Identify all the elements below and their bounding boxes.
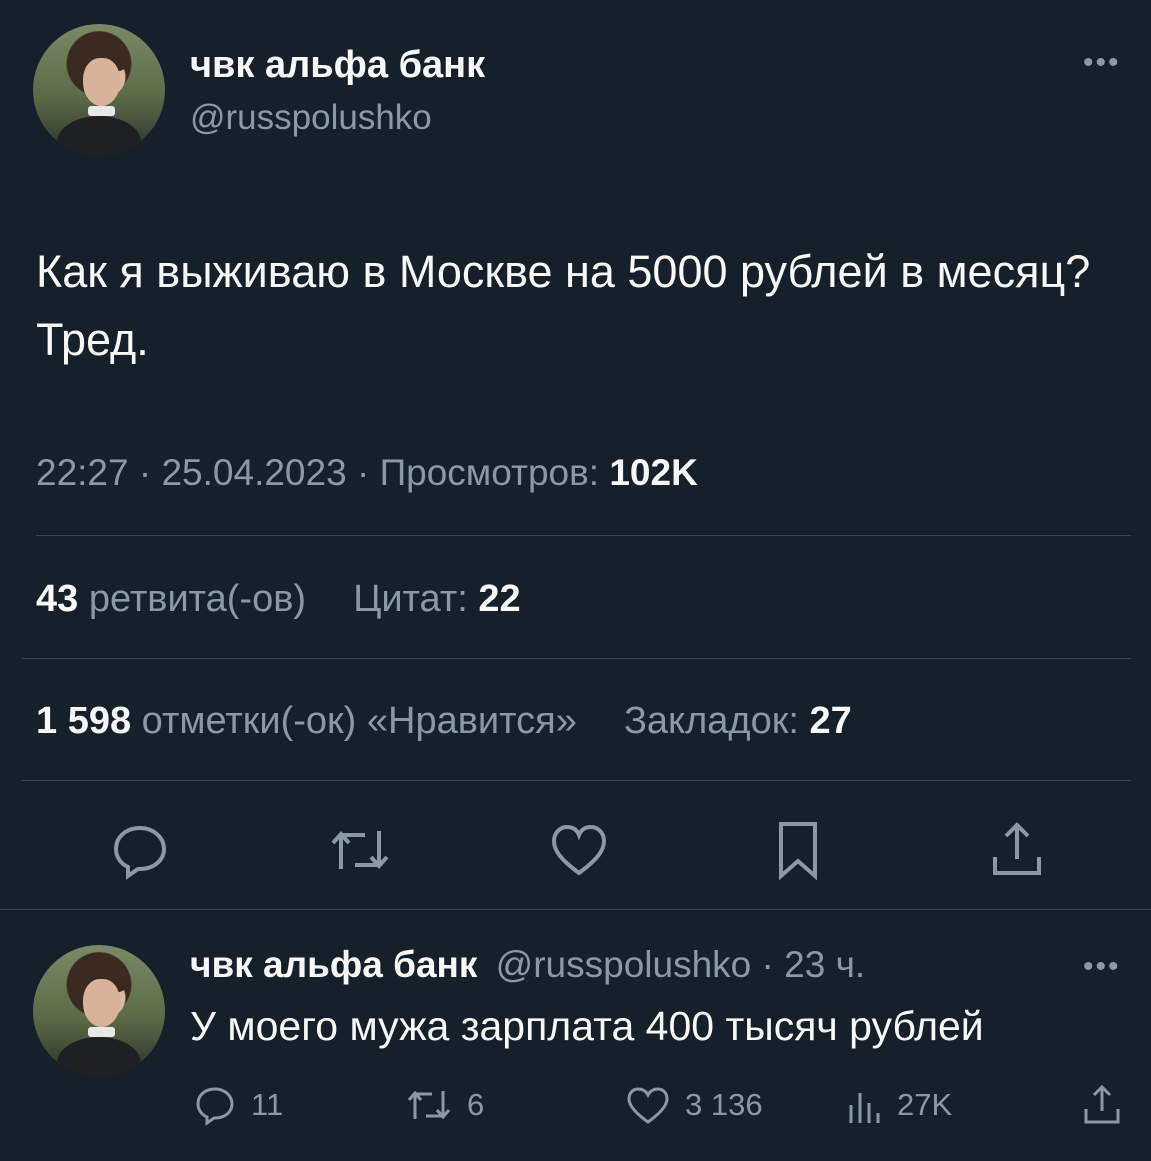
reply-button[interactable] xyxy=(105,815,175,885)
bookmarks-link[interactable]: Закладок: 27 xyxy=(624,700,852,742)
like-button[interactable] xyxy=(544,815,614,885)
share-icon xyxy=(993,822,1041,875)
retweets-label: ретвита(-ов) xyxy=(88,578,307,620)
reply-views-button[interactable]: 27K xyxy=(843,1080,952,1130)
retweets-count: 43 xyxy=(36,578,79,620)
retweet-stats-row: 43 ретвита(-ов) Цитат: 22 xyxy=(36,578,521,621)
reply-views-count: 27K xyxy=(897,1087,953,1122)
likes-link[interactable]: 1 598 отметки(-ок) «Нравится» xyxy=(36,700,587,742)
meta-separator: · xyxy=(356,452,380,493)
meta-separator: · xyxy=(138,452,162,493)
likes-count: 1 598 xyxy=(36,700,132,742)
reply-icon xyxy=(113,825,167,880)
reply-time[interactable]: 23 ч. xyxy=(784,944,865,985)
bookmarks-label: Закладок: xyxy=(623,700,799,742)
likes-label: отметки(-ок) «Нравится» xyxy=(141,700,577,742)
reply-author-name[interactable]: чвк альфа банк xyxy=(190,944,477,985)
reply-icon xyxy=(196,1087,234,1126)
retweet-icon xyxy=(331,830,389,870)
reply-author-avatar[interactable] xyxy=(33,945,165,1077)
quotes-count: 22 xyxy=(478,578,521,620)
author-name[interactable]: чвк альфа банк xyxy=(190,44,485,87)
share-icon xyxy=(1084,1084,1120,1124)
reply-separator: · xyxy=(761,944,785,985)
reply-text: У моего мужа зарплата 400 тысяч рублей xyxy=(190,1003,984,1049)
author-avatar[interactable] xyxy=(33,24,165,156)
tweet-text: Как я выживаю в Москве на 5000 рублей в … xyxy=(36,246,1091,365)
reply-action-bar: 11 6 3 136 27K xyxy=(0,1080,1151,1130)
analytics-icon xyxy=(849,1093,880,1123)
bookmarks-count: 27 xyxy=(809,700,852,742)
reply-share-button[interactable] xyxy=(1080,1080,1138,1130)
reply-replies-count: 11 xyxy=(251,1087,284,1122)
tweet-action-bar xyxy=(0,815,1151,885)
reply-author-handle[interactable]: @russpolushko xyxy=(496,944,752,985)
tweet-date[interactable]: 25.04.2023 xyxy=(161,452,346,493)
bookmark-button[interactable] xyxy=(763,815,833,885)
reply-retweets-count: 6 xyxy=(467,1087,485,1122)
reply-retweet-button[interactable]: 6 xyxy=(405,1080,484,1130)
divider xyxy=(22,658,1131,659)
tweet-meta: 22:27 · 25.04.2023 · Просмотров: 102K xyxy=(36,452,698,494)
divider xyxy=(36,535,1131,536)
reply-header: чвк альфа банк @russpolushko · 23 ч. xyxy=(190,944,865,986)
reply-likes-count: 3 136 xyxy=(685,1087,763,1122)
divider xyxy=(0,909,1151,910)
retweet-button[interactable] xyxy=(325,815,395,885)
quotes-link[interactable]: Цитат: 22 xyxy=(353,578,520,620)
views-label: Просмотров: xyxy=(379,452,600,493)
retweet-icon xyxy=(407,1090,451,1120)
author-handle[interactable]: @russpolushko xyxy=(190,98,432,138)
bookmark-icon xyxy=(779,822,817,881)
reply-like-button[interactable]: 3 136 xyxy=(625,1080,763,1130)
heart-icon xyxy=(551,824,607,876)
tweet-time[interactable]: 22:27 xyxy=(36,452,129,493)
likes-stats-row: 1 598 отметки(-ок) «Нравится» Закладок: … xyxy=(36,700,852,743)
heart-icon xyxy=(627,1087,669,1124)
reply-reply-button[interactable]: 11 xyxy=(193,1080,283,1130)
reply-more-options-icon[interactable]: ••• xyxy=(1083,952,1121,982)
retweets-link[interactable]: 43 ретвита(-ов) xyxy=(36,578,317,620)
more-options-icon[interactable]: ••• xyxy=(1083,48,1121,78)
divider xyxy=(22,780,1131,781)
views-count: 102K xyxy=(609,452,698,493)
quotes-label: Цитат: xyxy=(353,578,468,620)
tweet-page: чвк альфа банк @russpolushko ••• Как я в… xyxy=(0,0,1151,1161)
share-button[interactable] xyxy=(982,815,1052,885)
